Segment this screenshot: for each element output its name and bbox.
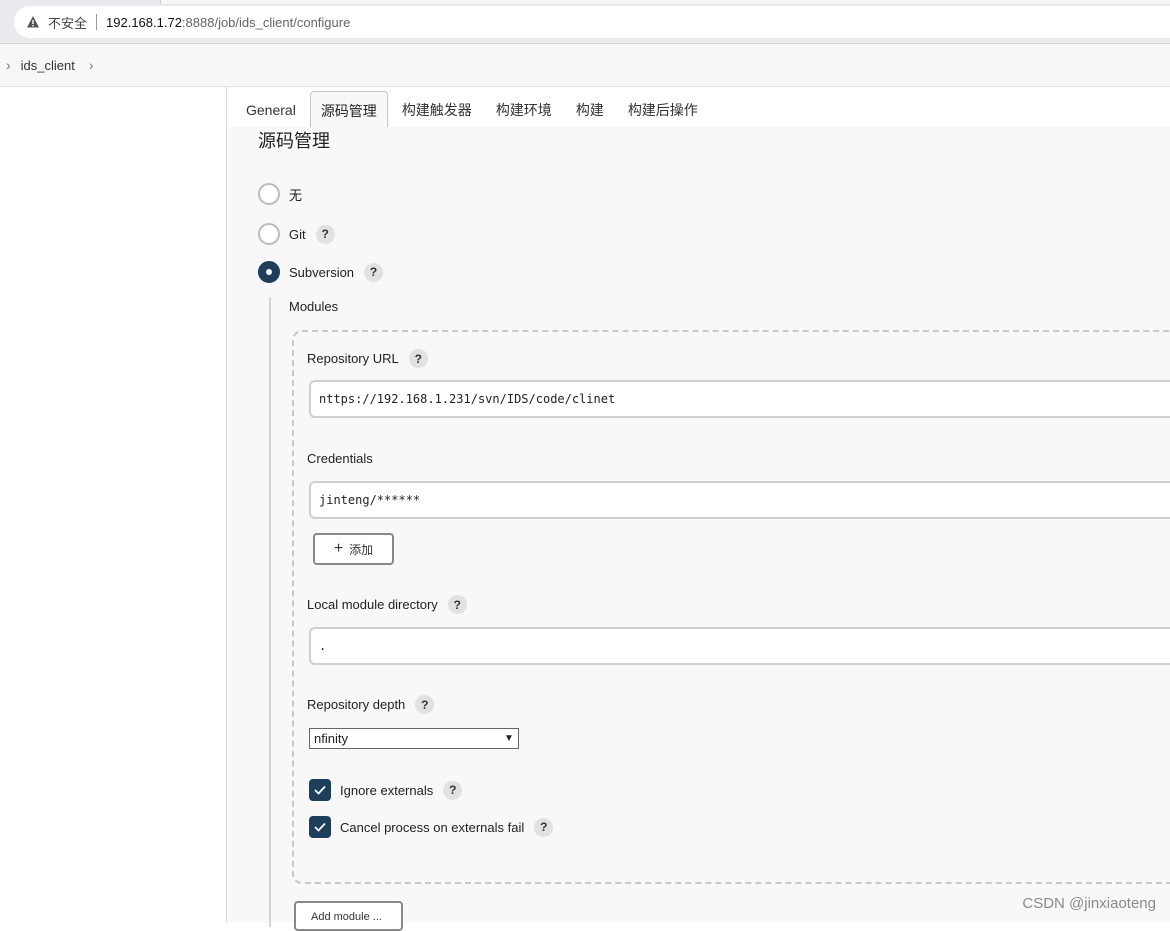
- url-host: 192.168.1.72: [106, 15, 182, 30]
- section-guide-line: [269, 297, 271, 927]
- side-panel: [0, 87, 227, 922]
- help-icon[interactable]: ?: [448, 595, 467, 614]
- section-title: 源码管理: [258, 127, 330, 153]
- breadcrumb-job-link[interactable]: ids_client: [21, 58, 75, 73]
- tab-build-environment[interactable]: 构建环境: [486, 91, 562, 127]
- credentials-select[interactable]: jinteng/******: [309, 481, 1170, 519]
- local-dir-label-row: Local module directory ?: [307, 595, 467, 614]
- chevron-right-icon[interactable]: ›: [6, 57, 11, 73]
- credentials-label: Credentials: [307, 451, 373, 466]
- tab-build[interactable]: 构建: [566, 91, 614, 127]
- radio-git[interactable]: [258, 223, 280, 245]
- repository-url-label: Repository URL: [307, 351, 399, 366]
- add-button-label: 添加: [349, 541, 373, 558]
- radio-label-git: Git: [289, 227, 306, 242]
- local-dir-input[interactable]: .: [309, 627, 1170, 665]
- tab-general[interactable]: General: [236, 91, 306, 127]
- browser-toolbar: 不安全 192.168.1.72:8888/job/ids_client/con…: [0, 0, 1170, 44]
- help-icon[interactable]: ?: [316, 225, 335, 244]
- tab-scm[interactable]: 源码管理: [310, 91, 388, 127]
- depth-label-row: Repository depth ?: [307, 695, 434, 714]
- ignore-externals-checkbox[interactable]: [309, 779, 331, 801]
- repository-url-input[interactable]: nttps://192.168.1.231/svn/IDS/code/cline…: [309, 380, 1170, 418]
- depth-value: nfinity: [314, 731, 348, 746]
- help-icon[interactable]: ?: [415, 695, 434, 714]
- address-separator: [96, 14, 97, 30]
- chevron-right-icon[interactable]: ›: [89, 57, 94, 73]
- radio-label-subversion: Subversion: [289, 265, 354, 280]
- help-icon[interactable]: ?: [409, 349, 428, 368]
- cancel-process-label: Cancel process on externals fail: [340, 820, 524, 835]
- ignore-externals-row[interactable]: Ignore externals ?: [309, 779, 462, 801]
- checkmark-icon: [314, 785, 326, 795]
- config-main: General 源码管理 构建触发器 构建环境 构建 构建后操作 源码管理 无 …: [228, 87, 1170, 922]
- ignore-externals-label: Ignore externals: [340, 783, 433, 798]
- tab-build-triggers[interactable]: 构建触发器: [392, 91, 482, 127]
- help-icon[interactable]: ?: [443, 781, 462, 800]
- cancel-process-checkbox[interactable]: [309, 816, 331, 838]
- tab-post-build[interactable]: 构建后操作: [618, 91, 708, 127]
- chevron-down-icon: ▼: [500, 733, 518, 744]
- browser-tab-strip: [160, 0, 1170, 4]
- watermark: CSDN @jinxiaoteng: [1022, 895, 1156, 912]
- checkmark-icon: [314, 822, 326, 832]
- breadcrumb: › ids_client ›: [0, 44, 1170, 87]
- radio-none[interactable]: [258, 183, 280, 205]
- scm-option-subversion[interactable]: Subversion ?: [258, 261, 383, 283]
- radio-subversion[interactable]: [258, 261, 280, 283]
- depth-select[interactable]: nfinity ▼: [309, 728, 519, 749]
- help-icon[interactable]: ?: [534, 818, 553, 837]
- scm-option-none[interactable]: 无: [258, 183, 302, 205]
- scm-option-git[interactable]: Git ?: [258, 223, 335, 245]
- help-icon[interactable]: ?: [364, 263, 383, 282]
- add-module-button[interactable]: Add module ...: [294, 901, 403, 931]
- address-bar[interactable]: 不安全 192.168.1.72:8888/job/ids_client/con…: [14, 6, 1170, 38]
- plus-icon: +: [334, 540, 343, 558]
- repository-url-label-row: Repository URL ?: [307, 349, 428, 368]
- local-dir-label: Local module directory: [307, 597, 438, 612]
- url-path: :8888/job/ids_client/configure: [182, 15, 350, 30]
- radio-label-none: 无: [289, 185, 302, 204]
- depth-label: Repository depth: [307, 697, 405, 712]
- config-tabs: General 源码管理 构建触发器 构建环境 构建 构建后操作: [228, 87, 1170, 127]
- warning-icon: [26, 15, 40, 29]
- insecure-label: 不安全: [48, 13, 87, 32]
- cancel-process-row[interactable]: Cancel process on externals fail ?: [309, 816, 553, 838]
- modules-label: Modules: [289, 299, 338, 314]
- add-credentials-button[interactable]: + 添加: [313, 533, 394, 565]
